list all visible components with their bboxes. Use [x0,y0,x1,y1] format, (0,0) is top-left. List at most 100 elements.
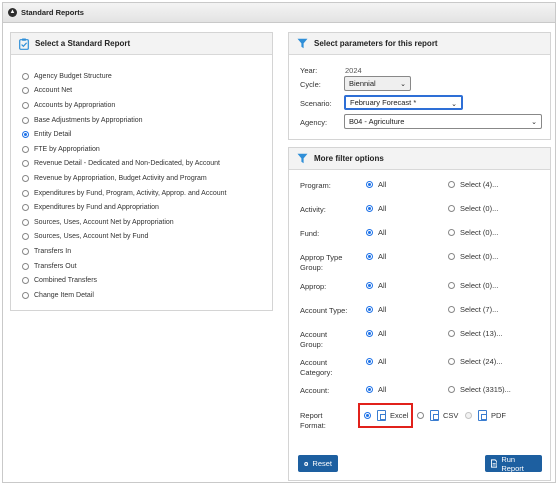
filter-select-option[interactable]: Select (7)... [448,305,498,314]
report-option[interactable]: Accounts by Appropriation [22,98,226,113]
filter-select-radio[interactable] [448,330,455,337]
filter-all-radio[interactable] [366,253,373,260]
report-option[interactable]: Combined Transfers [22,273,226,288]
filter-select-radio[interactable] [448,386,455,393]
filter-select-radio[interactable] [448,306,455,313]
filter-select-option[interactable]: Select (0)... [448,281,498,290]
filter-select-option[interactable]: Select (24)... [448,357,503,366]
cycle-select[interactable]: Biennial ⌄ [344,76,411,91]
format-csv-radio[interactable] [417,412,424,419]
report-radio[interactable] [22,247,29,255]
filter-select-radio[interactable] [448,229,455,236]
filter-select-option[interactable]: Select (13)... [448,329,503,338]
report-option[interactable]: Agency Budget Structure [22,69,226,84]
parameters-title: Select parameters for this report [314,39,438,48]
filter-all-radio[interactable] [366,306,373,313]
filter-select-option[interactable]: Select (3315)... [448,385,511,394]
filter-select-option[interactable]: Select (4)... [448,180,498,189]
report-radio[interactable] [22,145,29,153]
report-option[interactable]: Change Item Detail [22,288,226,303]
report-radio[interactable] [22,116,29,124]
filter-all-radio[interactable] [366,205,373,212]
report-option-label: Expenditures by Fund and Appropriation [34,204,159,212]
filter-select-radio[interactable] [448,253,455,260]
report-radio[interactable] [22,72,29,80]
run-report-button[interactable]: Run Report [485,455,542,473]
filter-all-option[interactable]: All [366,180,386,189]
standard-reports-header[interactable]: ▲ Standard Reports [3,3,555,23]
filter-all-option[interactable]: All [366,305,386,314]
filter-all-option[interactable]: All [366,281,386,290]
filter-all-radio[interactable] [366,282,373,289]
report-radio[interactable] [22,204,29,212]
filter-select-radio[interactable] [448,205,455,212]
report-option[interactable]: Sources, Uses, Account Net by Fund [22,230,226,245]
report-radio[interactable] [22,189,29,197]
filter-select-label: Select (0)... [460,281,499,290]
csv-file-icon [430,410,439,421]
filter-select-option[interactable]: Select (0)... [448,252,498,261]
filter-select-radio[interactable] [448,358,455,365]
format-option-csv[interactable]: CSV [417,410,458,421]
filter-all-label: All [378,252,387,261]
report-option[interactable]: Expenditures by Fund and Appropriation [22,200,226,215]
filter-select-radio[interactable] [448,181,455,188]
filter-select-label: Select (0)... [460,252,499,261]
report-option[interactable]: Account Net [22,84,226,99]
report-radio[interactable] [22,218,29,226]
report-option-label: Sources, Uses, Account Net by Appropriat… [34,218,174,226]
report-radio[interactable] [22,291,29,299]
filter-all-option[interactable]: All [366,385,386,394]
agency-select[interactable]: B04 - Agriculture ⌄ [344,114,542,129]
filter-all-radio[interactable] [366,181,373,188]
filter-all-option[interactable]: All [366,228,386,237]
filter-select-option[interactable]: Select (0)... [448,204,498,213]
report-option[interactable]: Revenue Detail - Dedicated and Non-Dedic… [22,157,226,172]
report-option[interactable]: Expenditures by Fund, Program, Activity,… [22,186,226,201]
filter-row-label: Approp Type Group: [300,253,343,272]
filter-all-option[interactable]: All [366,329,386,338]
filter-all-option[interactable]: All [366,357,386,366]
excel-highlight-box [358,403,413,428]
filter-select-option[interactable]: Select (0)... [448,228,498,237]
filter-select-label: Select (24)... [460,357,503,366]
year-value: 2024 [345,66,362,75]
report-option[interactable]: Transfers In [22,244,226,259]
report-radio[interactable] [22,174,29,182]
filter-all-radio[interactable] [366,229,373,236]
report-option[interactable]: Sources, Uses, Account Net by Appropriat… [22,215,226,230]
report-option[interactable]: Transfers Out [22,259,226,274]
filter-all-radio[interactable] [366,330,373,337]
filter-row-label: Fund: [300,229,320,238]
parameters-panel: Select parameters for this report Year: … [288,32,551,140]
scenario-select[interactable]: February Forecast * ⌄ [344,95,463,110]
report-radio[interactable] [22,131,29,139]
report-radio[interactable] [22,87,29,95]
report-radio[interactable] [22,277,29,285]
report-option[interactable]: Revenue by Appropriation, Budget Activit… [22,171,226,186]
report-radio[interactable] [22,262,29,270]
filter-all-option[interactable]: All [366,204,386,213]
year-label: Year: [300,66,318,75]
filter-all-option[interactable]: All [366,252,386,261]
collapse-icon[interactable]: ▲ [8,8,17,17]
filter-select-label: Select (13)... [460,329,503,338]
report-radio[interactable] [22,233,29,241]
filter-all-radio[interactable] [366,386,373,393]
report-option-label: FTE by Appropriation [34,145,100,153]
filter-select-radio[interactable] [448,282,455,289]
filter-row-label: Account: [300,386,330,395]
standard-reports-panel: ▲ Standard Reports Select a Standard Rep… [2,2,556,483]
report-radio[interactable] [22,160,29,168]
report-option[interactable]: Entity Detail [22,127,226,142]
report-option[interactable]: FTE by Appropriation [22,142,226,157]
filter-all-label: All [378,180,387,189]
format-option-pdf[interactable]: PDF [465,410,506,421]
report-radio[interactable] [22,101,29,109]
filter-all-radio[interactable] [366,358,373,365]
filter-row-label: Activity: [300,205,326,214]
filter-select-label: Select (7)... [460,305,499,314]
report-option[interactable]: Base Adjustments by Appropriation [22,113,226,128]
format-pdf-radio[interactable] [465,412,472,419]
reset-button[interactable]: Reset [298,455,338,472]
